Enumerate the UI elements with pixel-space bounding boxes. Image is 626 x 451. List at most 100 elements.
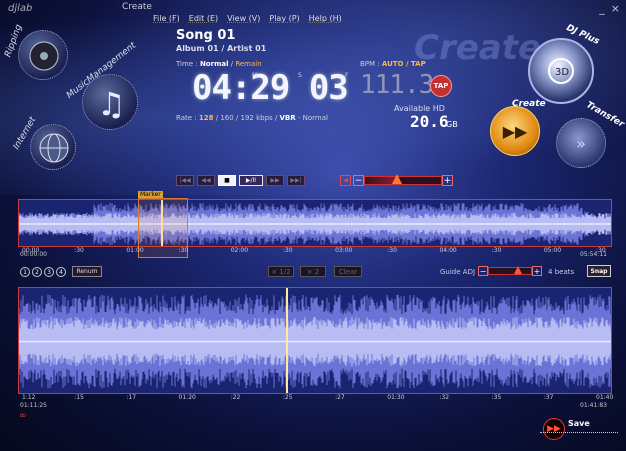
page-3-button[interactable]: 3 — [44, 267, 54, 277]
overview-ruler-tick: :30 — [387, 247, 397, 254]
overview-waveform[interactable] — [18, 199, 612, 247]
skip-end-button[interactable]: ▶▶| — [287, 175, 305, 186]
page-4-button[interactable]: 4 — [56, 267, 66, 277]
overview-ruler-tick: 02:00 — [230, 247, 249, 254]
detail-ruler-tick: :22 — [230, 394, 241, 401]
transport-controls: |◀◀ ◀◀ ■ ▶/II ▶▶ ▶▶| — [176, 175, 305, 186]
window-controls: _ × — [599, 2, 620, 15]
snap-button[interactable]: Snap — [587, 265, 611, 277]
overview-ruler-tick: :30 — [282, 247, 293, 254]
ripping-button[interactable] — [18, 30, 68, 80]
internet-button[interactable] — [30, 124, 76, 170]
overview-wave-graphic — [19, 200, 611, 246]
volume-down-button[interactable]: − — [353, 175, 364, 186]
overview-ruler: 00:00:30 01:00:30 02:00:30 03:00:30 04:00:30… — [18, 247, 612, 257]
detail-ruler-tick: :35 — [491, 394, 502, 401]
fast-forward-button[interactable]: ▶▶ — [266, 175, 284, 186]
bpm-mode: AUTO / TAP — [381, 60, 426, 68]
zoom-half-button[interactable]: × 1/2 — [268, 266, 294, 277]
menu-help[interactable]: Help (H) — [309, 14, 342, 23]
song-title: Song 01 — [176, 28, 236, 43]
menu-view[interactable]: View (V) — [227, 14, 260, 23]
album-artist: Album 01 / Artist 01 — [176, 44, 267, 53]
volume-knob[interactable] — [391, 174, 402, 184]
detail-end-time: 01:41:83 — [580, 402, 607, 409]
beats-readout: 4 beats — [548, 268, 574, 276]
overview-ruler-tick: 05:00 — [543, 247, 562, 254]
loop-icon[interactable]: ∞ — [19, 411, 27, 421]
detail-ruler-tick: :27 — [335, 394, 345, 401]
detail-wave-graphic — [19, 288, 611, 393]
detail-ruler-tick: :32 — [439, 394, 450, 401]
renum-button[interactable]: Renum — [72, 266, 102, 277]
available-hd-value: 20.6 — [410, 112, 449, 131]
available-hd-unit: GB — [446, 120, 458, 129]
detail-waveform[interactable] — [18, 287, 612, 394]
create-watermark: Create — [414, 28, 542, 68]
rewind-button[interactable]: ◀◀ — [197, 175, 215, 186]
overview-ruler-tick: :30 — [178, 247, 189, 254]
detail-ruler-tick: 01:30 — [387, 394, 405, 401]
detail-ruler-tick: :15 — [74, 394, 84, 401]
bpm-label-row: BPM : AUTO / TAP — [360, 60, 426, 68]
overview-ruler-tick: 01:00 — [126, 247, 144, 254]
dj-plus-button[interactable]: 3D — [528, 38, 594, 104]
guide-plus-button[interactable]: + — [532, 266, 542, 276]
menu-bar: File (F) Edit (E) View (V) Play (P) Help… — [153, 14, 342, 23]
menu-play[interactable]: Play (P) — [269, 14, 299, 23]
transfer-button[interactable]: » — [556, 118, 606, 168]
detail-ruler-tick: :17 — [126, 394, 137, 401]
volume-up-button[interactable]: + — [442, 175, 453, 186]
rate-label: Rate : — [176, 114, 197, 122]
detail-ruler-tick: :37 — [543, 394, 554, 401]
detail-start-time: 01:11:25 — [20, 402, 47, 409]
bpm-value: 111.3 — [360, 70, 434, 100]
detail-ruler-tick: 01:20 — [178, 394, 196, 401]
overview-ruler-tick: :30 — [74, 247, 84, 254]
svg-text:3D: 3D — [555, 67, 569, 78]
zoom-double-button[interactable]: × 2 — [300, 266, 326, 277]
disc-icon — [29, 41, 59, 71]
time-display: 04:29 03 — [192, 68, 349, 108]
skip-start-button[interactable]: |◀◀ — [176, 175, 194, 186]
speaker-icon[interactable]: ◀ — [340, 175, 351, 186]
overview-end-time: 05:54:11 — [580, 251, 607, 258]
detail-ruler-tick: 01:40 — [596, 394, 614, 401]
time-mode-remain[interactable]: Remain — [235, 60, 261, 68]
clear-button[interactable]: Clear — [334, 266, 362, 277]
page-selector: 1 2 3 4 — [20, 267, 66, 277]
rate-row: Rate : 128 / 160 / 192 kbps / VBR - Norm… — [176, 114, 328, 122]
save-label[interactable]: Save — [568, 419, 590, 428]
detail-ruler-tick: :25 — [282, 394, 293, 401]
close-button[interactable]: × — [611, 2, 620, 15]
app-logo: djlab — [8, 3, 33, 14]
detail-ruler: 1:12:15:17 01:20:22:25:27 01:30:32:35:37 01… — [18, 394, 614, 412]
guide-minus-button[interactable]: − — [478, 266, 488, 276]
overview-ruler-tick: 04:00 — [439, 247, 457, 254]
guide-adj-slider[interactable] — [488, 266, 532, 275]
page-1-button[interactable]: 1 — [20, 267, 30, 277]
marker-label: Marker — [138, 191, 163, 198]
beats-value: 4 — [548, 268, 553, 276]
overview-start-time: 00:00:00 — [20, 251, 47, 258]
menu-edit[interactable]: Edit (E) — [189, 14, 218, 23]
volume-slider[interactable] — [364, 174, 442, 185]
overview-ruler-tick: 03:00 — [335, 247, 353, 254]
save-button[interactable]: ▶▶ — [543, 418, 565, 440]
stop-button[interactable]: ■ — [218, 175, 236, 186]
overview-ruler-tick: :30 — [491, 247, 502, 254]
minimize-button[interactable]: _ — [599, 2, 605, 15]
mode-label: Create — [122, 2, 152, 12]
time-label: Time : — [176, 60, 198, 68]
menu-file[interactable]: File (F) — [153, 14, 180, 23]
time-mode-normal[interactable]: Normal — [200, 60, 229, 68]
play-pause-button[interactable]: ▶/II — [239, 175, 263, 186]
time-mode-row: Time : Normal / Remain — [176, 60, 262, 68]
page-2-button[interactable]: 2 — [32, 267, 42, 277]
guide-knob[interactable] — [514, 266, 523, 274]
create-label: Create — [512, 99, 546, 109]
create-button[interactable]: ▶▶ — [490, 106, 540, 156]
bpm-label: BPM : — [360, 60, 380, 68]
tap-button[interactable]: TAP — [430, 75, 452, 97]
app-window: djlab Create File (F) Edit (E) View (V) … — [0, 0, 626, 451]
